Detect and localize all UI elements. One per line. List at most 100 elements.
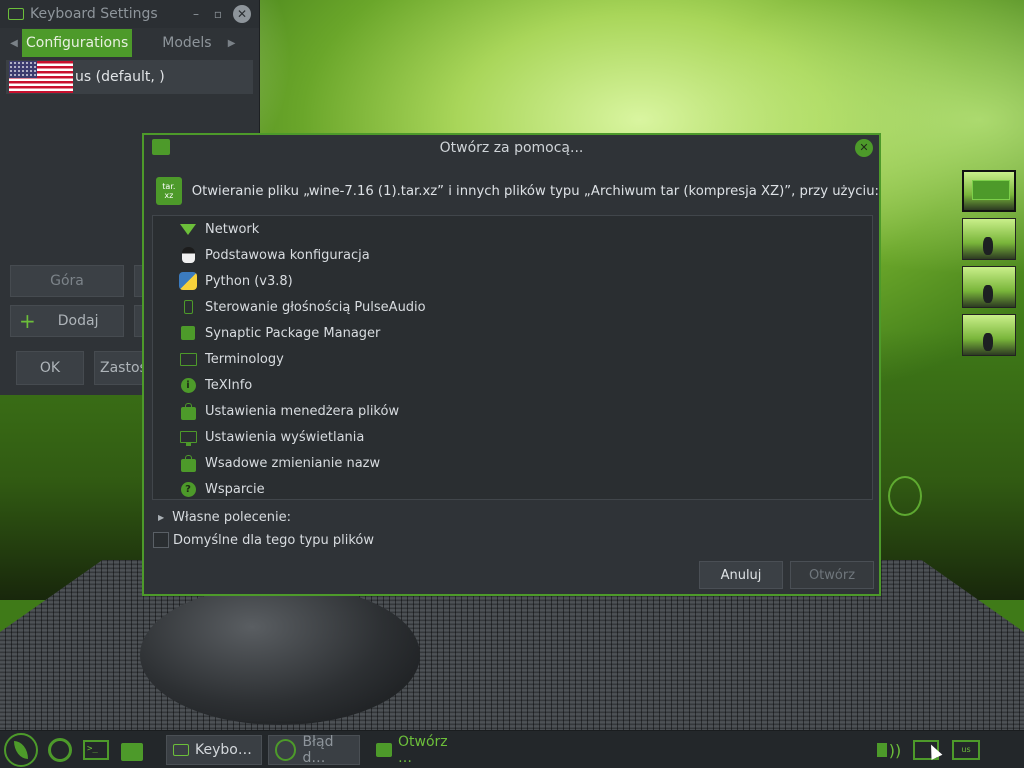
list-item[interactable]: Network (153, 216, 872, 242)
volume-control[interactable]: )) (872, 736, 906, 764)
layout-label: us (default, ) (75, 69, 165, 85)
python-icon (179, 272, 197, 290)
list-item[interactable]: Sterowanie głośnością PulseAudio (153, 294, 872, 320)
workspace-3-thumbnail[interactable] (962, 266, 1016, 308)
list-item[interactable]: Wsadowe zmienianie nazw (153, 450, 872, 476)
app-label: Wsparcie (205, 481, 265, 497)
dialog-header: tar. xz Otwieranie pliku „wine-7.16 (1).… (144, 173, 879, 209)
minimize-button[interactable]: – (185, 7, 207, 21)
default-for-type-checkbox[interactable]: Domyślne dla tego typu plików (153, 532, 374, 548)
start-menu-button[interactable] (4, 733, 38, 767)
workspace-1-thumbnail[interactable] (962, 170, 1016, 212)
app-label: Network (205, 221, 260, 237)
app-label: Terminology (205, 351, 284, 367)
add-label: Dodaj (57, 313, 99, 329)
wallpaper-stone (140, 585, 420, 725)
bag-icon (152, 139, 170, 155)
speaker-icon (876, 743, 887, 757)
app-label: Ustawienia menedżera plików (205, 403, 400, 419)
error-icon (275, 739, 297, 761)
custom-command-label: Własne polecenie: (172, 510, 292, 525)
cancel-button[interactable]: Anuluj (699, 561, 783, 589)
flag-canton (9, 61, 37, 78)
list-item[interactable]: Synaptic Package Manager (153, 320, 872, 346)
list-item[interactable]: Ustawienia menedżera plików (153, 398, 872, 424)
terminal-launcher[interactable]: >_ (82, 736, 110, 764)
workspace-4-thumbnail[interactable] (962, 314, 1016, 356)
list-item[interactable]: i TeXInfo (153, 372, 872, 398)
task-keyboard-settings[interactable]: Keybo… (166, 735, 262, 765)
terminal-icon: >_ (83, 740, 109, 760)
leaf-icon (14, 741, 28, 759)
network-icon (179, 220, 197, 238)
task-open-with[interactable]: Otwórz … (370, 734, 466, 766)
tux-icon (179, 246, 197, 264)
task-label: Otwórz … (397, 734, 448, 766)
application-list[interactable]: Network Podstawowa konfiguracja Python (… (152, 215, 873, 500)
apply-button[interactable]: Zastos (94, 351, 144, 385)
tab-configurations[interactable]: Configurations (22, 29, 133, 57)
tab-scroll-right-icon[interactable]: ▶ (224, 38, 240, 49)
list-item[interactable]: Ustawienia wyświetlania (153, 424, 872, 450)
terminal-icon (179, 350, 197, 368)
file-manager-icon (179, 402, 197, 420)
tab-models[interactable]: Models (158, 29, 215, 57)
monitor-icon (179, 428, 197, 446)
move-up-button[interactable]: Góra (10, 265, 124, 297)
desktop-leaf-icon (888, 476, 922, 516)
expander-arrow-icon: ▶ (158, 513, 165, 522)
app-label: Synaptic Package Manager (205, 325, 381, 341)
list-item[interactable]: Podstawowa konfiguracja (153, 242, 872, 268)
dialog-titlebar[interactable]: Otwórz za pomocą... ✕ (144, 135, 879, 161)
synaptic-icon (179, 324, 197, 342)
bag-icon (179, 454, 197, 472)
app-label: Podstawowa konfiguracja (205, 247, 370, 263)
restore-button[interactable]: ▫ (207, 7, 229, 21)
checkbox-box[interactable] (153, 532, 169, 548)
open-button[interactable]: Otwórz (790, 561, 874, 589)
keyboard-window-titlebar[interactable]: Keyboard Settings – ▫ ✕ (0, 0, 259, 28)
browser-icon (48, 738, 72, 762)
app-label: Ustawienia wyświetlania (205, 429, 365, 445)
browser-launcher[interactable] (46, 736, 74, 764)
keyboard-layout-indicator[interactable]: us (950, 736, 982, 764)
custom-command-expander[interactable]: ▶ Własne polecenie: (158, 510, 291, 525)
keyboard-icon (173, 744, 189, 756)
layout-label: us (952, 740, 980, 760)
tab-scroll-left-icon[interactable]: ◀ (6, 38, 22, 49)
mini-window (972, 180, 1010, 200)
app-label: Python (v3.8) (205, 273, 293, 289)
archive-file-icon: tar. xz (156, 177, 182, 205)
window-title: Keyboard Settings (30, 6, 158, 22)
ok-button[interactable]: OK (16, 351, 84, 385)
app-label: TeXInfo (205, 377, 253, 393)
dialog-title: Otwórz za pomocą... (439, 140, 584, 156)
list-item[interactable]: Python (v3.8) (153, 268, 872, 294)
info-icon: i (179, 376, 197, 394)
thumb-stone (983, 333, 993, 351)
dialog-close-button[interactable]: ✕ (855, 139, 873, 157)
app-label: Sterowanie głośnością PulseAudio (205, 299, 426, 315)
task-label: Błąd d… (302, 734, 334, 766)
tab-bar: ◀ Configurations Models ▶ (0, 28, 259, 58)
keyboard-icon (8, 8, 24, 20)
us-flag-icon (9, 61, 73, 93)
add-layout-button[interactable]: + Dodaj (10, 305, 124, 337)
layout-list-item[interactable]: us (default, ) (6, 60, 253, 94)
bag-icon (121, 743, 143, 761)
task-label: Keybo… (195, 742, 252, 758)
task-error-dialog[interactable]: Błąd d… (268, 734, 360, 766)
speaker-icon (179, 298, 197, 316)
list-item[interactable]: ? Wsparcie (153, 476, 872, 499)
thumb-stone (983, 237, 993, 255)
close-button[interactable]: ✕ (233, 5, 251, 23)
bag-icon (376, 743, 392, 757)
file-manager-launcher[interactable] (118, 736, 146, 764)
plus-icon: + (19, 309, 36, 333)
open-with-dialog: Otwórz za pomocą... ✕ tar. xz Otwieranie… (142, 133, 881, 596)
volume-waves-icon: )) (888, 740, 902, 760)
list-item[interactable]: Terminology (153, 346, 872, 372)
workspace-2-thumbnail[interactable] (962, 218, 1016, 260)
taskbar: >_ Keybo… Błąd d… Otwórz … )) us (0, 730, 1024, 768)
thumb-stone (983, 285, 993, 303)
